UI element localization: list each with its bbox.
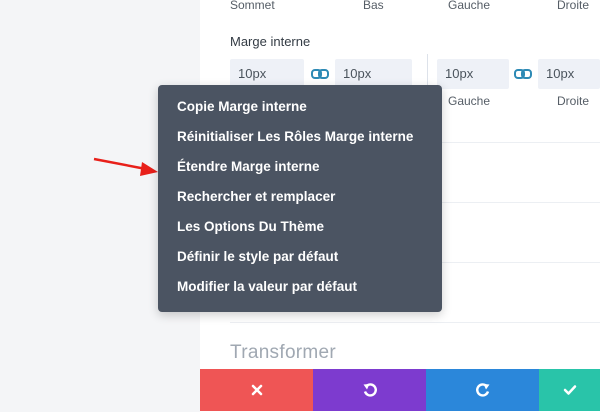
link-icon[interactable] — [310, 63, 330, 85]
redo-icon — [475, 383, 489, 397]
undo-button[interactable] — [313, 369, 426, 411]
close-icon — [251, 384, 262, 396]
menu-item-set-default-style[interactable]: Définir le style par défaut — [158, 246, 442, 276]
label-bas: Bas — [363, 0, 384, 12]
link-icon[interactable] — [513, 63, 533, 85]
label-gauche: Gauche — [448, 0, 491, 12]
menu-item-edit-default-value[interactable]: Modifier la valeur par défaut — [158, 276, 442, 306]
redo-button[interactable] — [426, 369, 539, 411]
red-arrow-icon — [93, 157, 158, 176]
menu-item-reset-padding[interactable]: Réinitialiser Les Rôles Marge interne — [158, 126, 442, 156]
transform-section-title[interactable]: Transformer — [230, 342, 336, 364]
padding-right-input[interactable]: 10px — [538, 59, 600, 89]
context-menu: Copie Marge interne Réinitialiser Les Rô… — [158, 85, 442, 312]
padding-label: Marge interne — [230, 34, 311, 49]
label-sommet: Sommet — [230, 0, 275, 12]
check-icon — [563, 385, 576, 395]
label-gauche-sub: Gauche — [448, 94, 491, 108]
label-droite: Droite — [557, 0, 590, 12]
label-droite-sub: Droite — [557, 94, 590, 108]
menu-item-copy-padding[interactable]: Copie Marge interne — [158, 96, 442, 126]
menu-item-find-replace[interactable]: Rechercher et remplacer — [158, 186, 442, 216]
close-button[interactable] — [200, 369, 313, 411]
undo-icon — [363, 383, 377, 397]
padding-left-input[interactable]: 10px — [437, 59, 509, 89]
action-bar — [200, 369, 600, 411]
divider — [230, 322, 600, 323]
save-button[interactable] — [539, 369, 600, 411]
menu-item-theme-options[interactable]: Les Options Du Thème — [158, 216, 442, 246]
menu-item-extend-padding[interactable]: Étendre Marge interne — [158, 156, 442, 186]
